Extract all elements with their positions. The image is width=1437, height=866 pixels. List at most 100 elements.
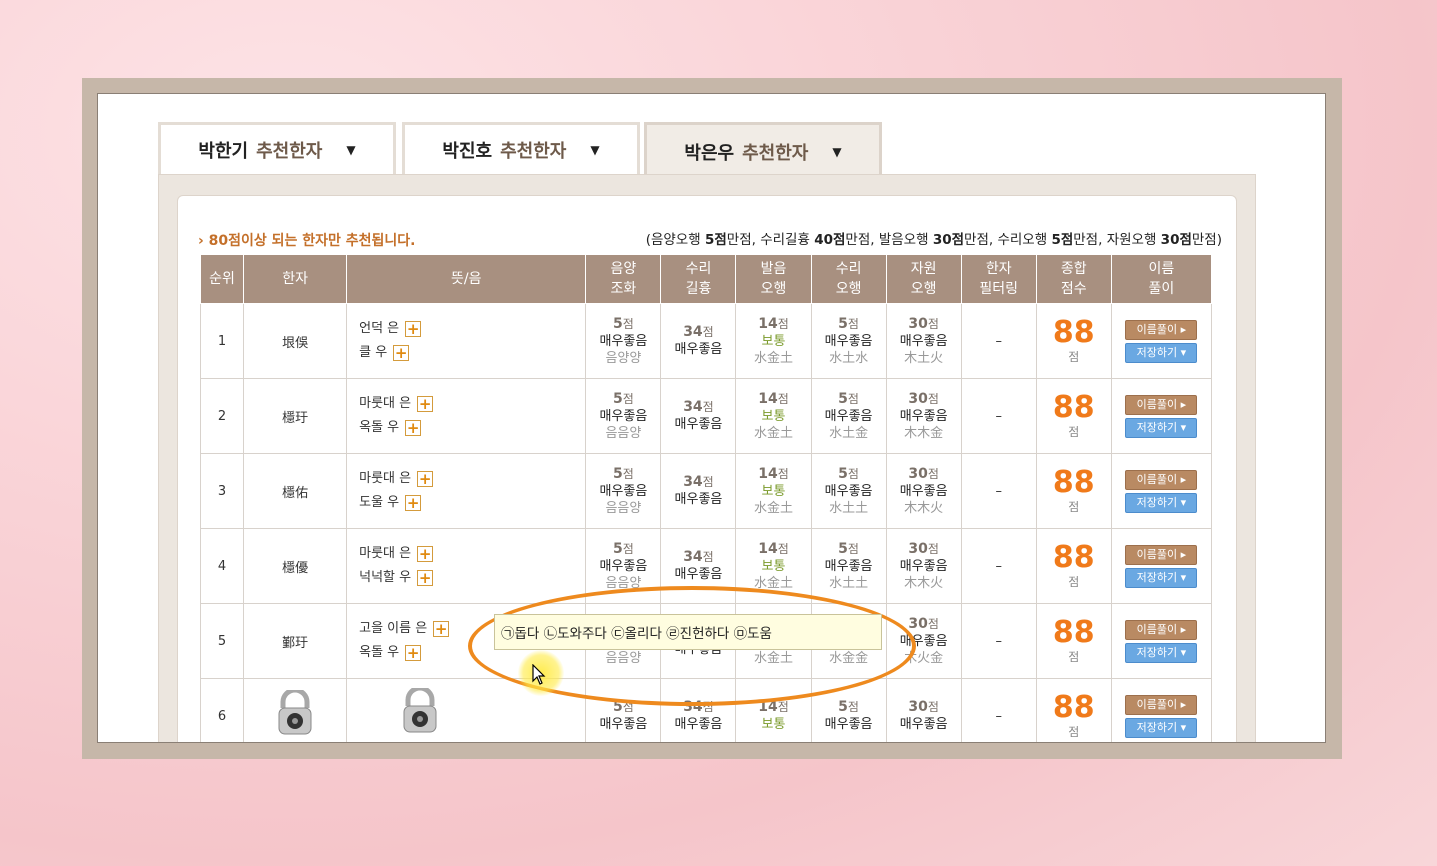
meaning-tooltip: ㉠돕다 ㉡도와주다 ㉢올리다 ㉣진헌하다 ㉤도움 — [494, 614, 882, 650]
table-row: 2 檼玗 마룻대 은 + 옥돌 우 +5점 매우좋음 음음양 34점 매우좋음 14점 보통 水金土 5점… — [199, 378, 1213, 454]
plus-icon[interactable]: + — [433, 621, 450, 637]
save-button[interactable]: 저장하기 ▾ — [1125, 567, 1198, 588]
mouse-pointer-icon — [532, 664, 546, 685]
suri-cell: 34점매우좋음 — [660, 303, 737, 379]
hanja-cell: 檼玗 — [243, 378, 348, 454]
video-frame: 박한기 추천한자 ▼ 박진호 추천한자 ▼ 박은우 추천한자 ▼ › 80점이상… — [82, 78, 1342, 759]
action-cell: 이름풀이 ▸ 저장하기 ▾ — [1110, 453, 1213, 529]
save-button[interactable]: 저장하기 ▾ — [1125, 417, 1198, 438]
total-score-cell: 88 점 — [1035, 603, 1112, 679]
plus-icon[interactable]: + — [417, 396, 434, 412]
jawon-ohaeng-cell: 30점 매우좋음 — [885, 678, 962, 742]
save-button[interactable]: 저장하기 ▾ — [1125, 492, 1198, 513]
plus-icon[interactable]: + — [417, 546, 434, 562]
jawon-ohaeng-cell: 30점 매우좋음 木木火 — [885, 453, 962, 529]
total-score-cell: 88 점 — [1035, 453, 1112, 529]
rank-cell: 3 — [199, 453, 245, 529]
tab-name: 박한기 — [198, 140, 249, 162]
total-score-cell: 88 점 — [1035, 303, 1112, 379]
pron-ohaeng-cell: 14점보통水金土 — [735, 453, 812, 529]
meaning-cell: 마룻대 은 + 도울 우 + — [346, 453, 587, 529]
tab-name: 박은우 — [684, 142, 735, 164]
th-yinyang: 음양 조화 — [585, 254, 662, 304]
action-cell: 이름풀이 ▸ 저장하기 ▾ — [1110, 678, 1213, 742]
hanja-cell: 鄞玗 — [243, 603, 348, 679]
tab-suffix: 추천한자 — [742, 142, 809, 164]
tab-panel: › 80점이상 되는 한자만 추천됩니다. (음양오행 5점만점, 수리길흉 4… — [158, 174, 1256, 743]
rank-cell: 4 — [199, 528, 245, 604]
jawon-ohaeng-cell: 30점 매우좋음 木木火 — [885, 528, 962, 604]
rank-cell: 6 — [199, 678, 245, 742]
meaning-cell: 마룻대 은 + 옥돌 우 + — [346, 378, 587, 454]
tab-park-jinho[interactable]: 박진호 추천한자 ▼ — [402, 122, 640, 174]
name-interpret-button[interactable]: 이름풀이 ▸ — [1125, 394, 1198, 415]
hanja-filter-cell: – — [960, 528, 1037, 604]
tab-park-eunwoo[interactable]: 박은우 추천한자 ▼ — [644, 122, 882, 178]
hanja-filter-cell: – — [960, 378, 1037, 454]
pron-ohaeng-cell: 14점보통水金土 — [735, 303, 812, 379]
th-name-interp: 이름 풀이 — [1110, 254, 1213, 304]
th-rank: 순위 — [199, 254, 245, 304]
rank-cell: 2 — [199, 378, 245, 454]
tab-name: 박진호 — [442, 140, 493, 162]
jawon-ohaeng-cell: 30점 매우좋음 木木金 — [885, 378, 962, 454]
total-score-cell: 88 점 — [1035, 678, 1112, 742]
name-interpret-button[interactable]: 이름풀이 ▸ — [1125, 619, 1198, 640]
rank-cell: 5 — [199, 603, 245, 679]
action-cell: 이름풀이 ▸ 저장하기 ▾ — [1110, 303, 1213, 379]
recommend-table: 순위 한자 뜻/음 음양 조화 수리 길흉 발음 오행 수리 오행 자원 오행 한자 필터링… — [199, 254, 1213, 743]
th-jawon-ohaeng: 자원 오행 — [885, 254, 962, 304]
jawon-ohaeng-cell: 30점 매우좋음 木火金 — [885, 603, 962, 679]
plus-icon[interactable]: + — [405, 495, 422, 511]
th-total: 종합 점수 — [1035, 254, 1112, 304]
save-button[interactable]: 저장하기 ▾ — [1125, 642, 1198, 663]
plus-icon[interactable]: + — [417, 570, 434, 586]
plus-icon[interactable]: + — [405, 321, 422, 337]
caret-down-icon: ▼ — [590, 142, 600, 157]
score-info: (음양오행 5점만점, 수리길흉 40점만점, 발음오행 30점만점, 수리오행… — [645, 232, 1222, 248]
th-hanja: 한자 — [243, 254, 348, 304]
meaning-cell: 마룻대 은 + 넉넉할 우 + — [346, 528, 587, 604]
table-row: 6 5점 매우좋음 34점 매우좋음 14점 보통 5점 매우좋음 30점 매우좋음 –88 점 이름풀이… — [199, 678, 1213, 743]
name-interpret-button[interactable]: 이름풀이 ▸ — [1125, 469, 1198, 490]
suri-ohaeng-cell: 5점 매우좋음 — [810, 678, 887, 742]
jawon-ohaeng-cell: 30점 매우좋음 木土火 — [885, 303, 962, 379]
table-row: 3 檼佑 마룻대 은 + 도울 우 +5점 매우좋음 음음양 34점 매우좋음 14점 보통 水金土 5점… — [199, 453, 1213, 529]
tab-bar: 박한기 추천한자 ▼ 박진호 추천한자 ▼ 박은우 추천한자 ▼ — [158, 122, 1258, 178]
th-hanja-filter: 한자 필터링 — [960, 254, 1037, 304]
result-box: › 80점이상 되는 한자만 추천됩니다. (음양오행 5점만점, 수리길흉 4… — [177, 195, 1237, 743]
th-pron-ohaeng: 발음 오행 — [735, 254, 812, 304]
action-cell: 이름풀이 ▸ 저장하기 ▾ — [1110, 603, 1213, 679]
save-button[interactable]: 저장하기 ▾ — [1125, 717, 1198, 738]
yinyang-cell: 5점 매우좋음 — [585, 678, 662, 742]
caret-down-icon: ▼ — [832, 144, 842, 159]
plus-icon[interactable]: + — [393, 345, 410, 361]
hanja-cell — [243, 678, 348, 742]
yinyang-cell: 5점매우좋음음음양 — [585, 453, 662, 529]
pron-ohaeng-cell: 14점보통水金土 — [735, 378, 812, 454]
hanja-filter-cell: – — [960, 603, 1037, 679]
yinyang-cell: 5점 매우좋음 음양양 — [585, 303, 662, 379]
save-button[interactable]: 저장하기 ▾ — [1125, 342, 1198, 363]
action-cell: 이름풀이 ▸ 저장하기 ▾ — [1110, 378, 1213, 454]
pron-ohaeng-cell: 14점보통水金土 — [735, 528, 812, 604]
th-suri-ohaeng: 수리 오행 — [810, 254, 887, 304]
hanja-cell: 檼優 — [243, 528, 348, 604]
tab-park-hangi[interactable]: 박한기 추천한자 ▼ — [158, 122, 396, 174]
name-interpret-button[interactable]: 이름풀이 ▸ — [1125, 544, 1198, 565]
plus-icon[interactable]: + — [405, 645, 422, 661]
plus-icon[interactable]: + — [417, 471, 434, 487]
suri-cell: 34점매우좋음 — [660, 528, 737, 604]
hanja-filter-cell: – — [960, 453, 1037, 529]
plus-icon[interactable]: + — [405, 420, 422, 436]
name-interpret-button[interactable]: 이름풀이 ▸ — [1125, 319, 1198, 340]
lock-icon — [399, 685, 441, 743]
notice-text: › 80점이상 되는 한자만 추천됩니다. — [198, 233, 416, 249]
tab-suffix: 추천한자 — [500, 140, 567, 162]
meaning-cell: 언덕 은 + 클 우 + — [346, 303, 587, 379]
table-row: 1 垠俁 언덕 은 + 클 우 +5점 매우좋음 음양양 34점 매우좋음 14점 보통 水金土 5점 매우… — [199, 303, 1213, 379]
th-meaning: 뜻/음 — [346, 254, 587, 304]
suri-ohaeng-cell: 5점 매우좋음 水土金 — [810, 378, 887, 454]
name-interpret-button[interactable]: 이름풀이 ▸ — [1125, 694, 1198, 715]
suri-ohaeng-cell: 5점 매우좋음 水土水 — [810, 303, 887, 379]
